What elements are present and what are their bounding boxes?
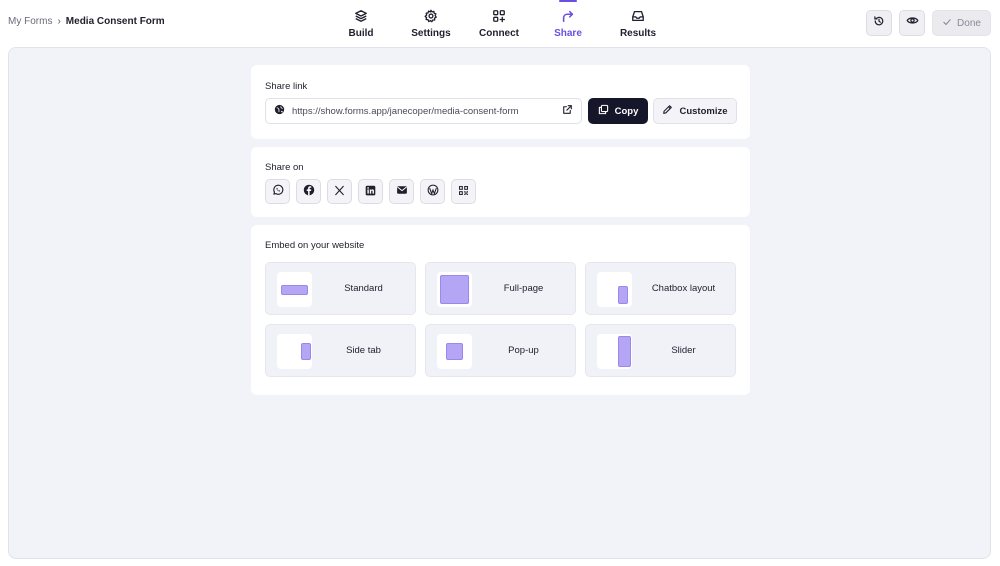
- main-nav: Build Settings Connect Share Results: [0, 0, 1000, 46]
- embed-option-label: Chatbox layout: [651, 283, 716, 294]
- embed-option-slider[interactable]: Slider: [585, 324, 736, 377]
- share-arrow-icon: [560, 8, 576, 24]
- connect-grid-icon: [491, 8, 507, 24]
- qr-code-icon: [458, 183, 469, 201]
- customize-label: Customize: [679, 105, 728, 117]
- customize-link-button[interactable]: Customize: [653, 98, 737, 124]
- email-icon: [396, 183, 408, 201]
- done-label: Done: [957, 17, 981, 29]
- share-link-title: Share link: [265, 81, 308, 92]
- share-wordpress-button[interactable]: [420, 179, 445, 204]
- copy-link-button[interactable]: Copy: [588, 98, 648, 124]
- share-linkedin-button[interactable]: [358, 179, 383, 204]
- share-on-title: Share on: [265, 162, 304, 173]
- share-url-text[interactable]: https://show.forms.app/janecoper/media-c…: [292, 106, 555, 117]
- layers-icon: [353, 8, 369, 24]
- active-tab-indicator: [559, 0, 577, 2]
- check-icon: [942, 17, 952, 30]
- globe-icon: [274, 102, 285, 120]
- embed-full-page-preview-icon: [437, 272, 472, 307]
- tab-results-label: Results: [619, 28, 657, 39]
- embed-option-label: Side tab: [346, 345, 381, 356]
- share-url-field[interactable]: https://show.forms.app/janecoper/media-c…: [265, 98, 582, 124]
- whatsapp-icon: [272, 183, 284, 201]
- embed-option-label: Standard: [344, 283, 383, 294]
- share-on-card: Share on: [251, 147, 750, 217]
- embed-standard-preview-icon: [277, 272, 312, 307]
- top-bar: My Forms › Media Consent Form Build Sett…: [0, 0, 1000, 46]
- done-button[interactable]: Done: [932, 10, 991, 36]
- embed-option-chatbox-layout[interactable]: Chatbox layout: [585, 262, 736, 315]
- share-link-card: Share link https://show.forms.app/janeco…: [251, 65, 750, 139]
- tab-connect-label: Connect: [479, 28, 519, 39]
- eye-icon: [905, 14, 919, 32]
- embed-chatbox-preview-icon: [597, 272, 632, 307]
- embed-option-full-page[interactable]: Full-page: [425, 262, 576, 315]
- tab-build[interactable]: Build: [346, 0, 376, 46]
- embed-side-tab-preview-icon: [277, 334, 312, 369]
- linkedin-icon: [365, 183, 376, 201]
- history-icon: [873, 14, 885, 32]
- top-actions: Done: [866, 10, 991, 36]
- embed-option-pop-up[interactable]: Pop-up: [425, 324, 576, 377]
- embed-option-label: Pop-up: [508, 345, 539, 356]
- embed-slider-preview-icon: [597, 334, 632, 369]
- history-button[interactable]: [866, 10, 892, 36]
- embed-option-standard[interactable]: Standard: [265, 262, 416, 315]
- tab-settings-label: Settings: [411, 28, 451, 39]
- share-facebook-button[interactable]: [296, 179, 321, 204]
- embed-option-label: Slider: [671, 345, 696, 356]
- embed-pop-up-preview-icon: [437, 334, 472, 369]
- embed-options-grid: Standard Full-page Chatbox layout Side t…: [265, 262, 736, 377]
- tab-settings[interactable]: Settings: [410, 0, 452, 46]
- external-link-icon[interactable]: [562, 102, 573, 120]
- share-canvas: Share link https://show.forms.app/janeco…: [8, 47, 991, 559]
- embed-option-label: Full-page: [503, 283, 544, 294]
- share-whatsapp-button[interactable]: [265, 179, 290, 204]
- wordpress-icon: [427, 183, 439, 201]
- pencil-icon: [662, 104, 673, 118]
- copy-icon: [598, 104, 609, 118]
- tab-share-label: Share: [554, 28, 582, 39]
- share-email-button[interactable]: [389, 179, 414, 204]
- tab-connect[interactable]: Connect: [478, 0, 520, 46]
- embed-title: Embed on your website: [265, 240, 365, 251]
- gear-icon: [423, 8, 439, 24]
- embed-option-side-tab[interactable]: Side tab: [265, 324, 416, 377]
- inbox-icon: [630, 8, 646, 24]
- tab-share[interactable]: Share: [553, 0, 583, 46]
- social-share-row: [265, 179, 476, 204]
- tab-build-label: Build: [348, 28, 374, 39]
- facebook-icon: [303, 183, 315, 201]
- share-x-button[interactable]: [327, 179, 352, 204]
- preview-button[interactable]: [899, 10, 925, 36]
- x-icon: [334, 183, 345, 201]
- embed-card: Embed on your website Standard Full-page…: [251, 225, 750, 395]
- copy-label: Copy: [614, 105, 639, 117]
- tab-results[interactable]: Results: [619, 0, 657, 46]
- share-qr-code-button[interactable]: [451, 179, 476, 204]
